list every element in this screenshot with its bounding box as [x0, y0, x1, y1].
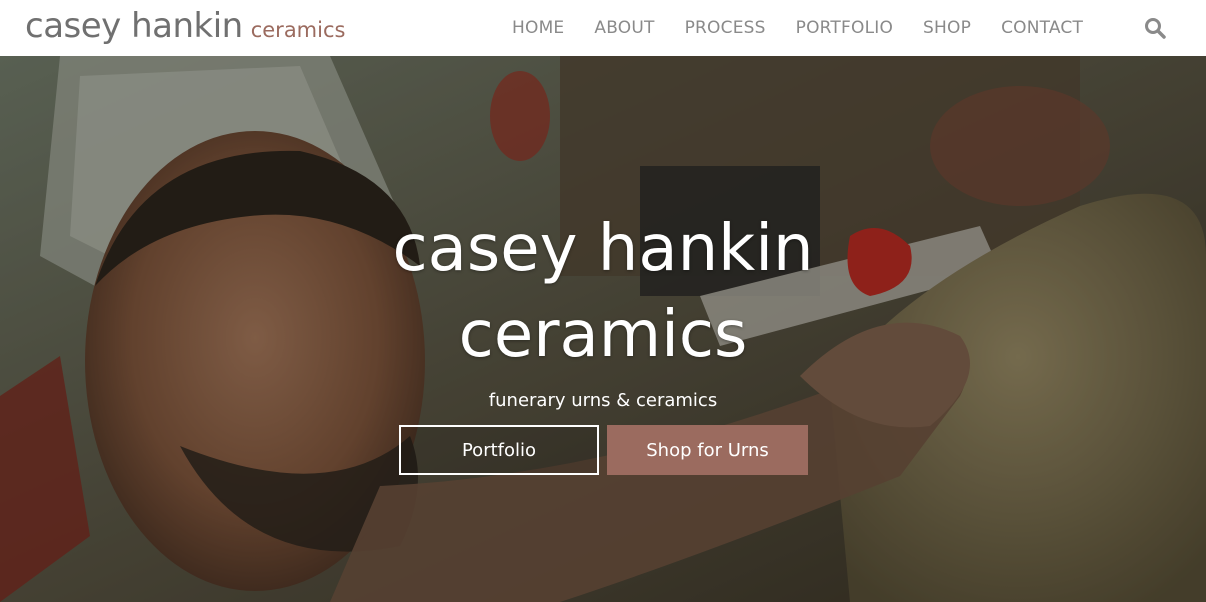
- nav-shop[interactable]: SHOP: [908, 18, 986, 38]
- portfolio-button[interactable]: Portfolio: [399, 425, 599, 475]
- site-logo[interactable]: casey hankin ceramics: [25, 6, 345, 50]
- site-header: casey hankin ceramics HOME ABOUT PROCESS…: [0, 0, 1206, 56]
- nav-process[interactable]: PROCESS: [670, 18, 781, 38]
- search-button[interactable]: [1143, 16, 1167, 40]
- nav-home[interactable]: HOME: [497, 18, 579, 38]
- main-navigation: HOME ABOUT PROCESS PORTFOLIO SHOP CONTAC…: [497, 0, 1098, 56]
- hero-buttons: Portfolio Shop for Urns: [399, 425, 809, 475]
- hero-title: casey hankin ceramics: [392, 212, 814, 372]
- shop-for-urns-button[interactable]: Shop for Urns: [607, 425, 808, 475]
- search-icon: [1145, 18, 1166, 39]
- hero-content: casey hankin ceramics funerary urns & ce…: [0, 206, 1206, 411]
- hero-section: casey hankin ceramics funerary urns & ce…: [0, 56, 1206, 602]
- nav-portfolio[interactable]: PORTFOLIO: [781, 18, 908, 38]
- logo-name: casey hankin: [25, 6, 243, 46]
- hero-subtitle: funerary urns & ceramics: [488, 390, 718, 411]
- nav-contact[interactable]: CONTACT: [986, 18, 1098, 38]
- nav-about[interactable]: ABOUT: [579, 18, 669, 38]
- logo-tagline: ceramics: [250, 18, 346, 42]
